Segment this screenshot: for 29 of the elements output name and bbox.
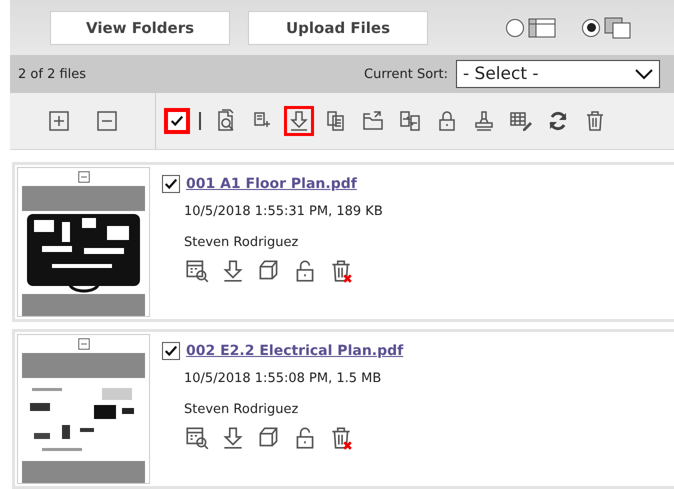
file-owner: Steven Rodriguez — [184, 402, 300, 417]
chevron-icon — [635, 68, 653, 80]
merge-icon — [398, 109, 422, 133]
file-owner: Steven Rodriguez — [184, 235, 300, 250]
collapse-icon[interactable] — [76, 337, 90, 351]
view-button[interactable]: Upload Files — [248, 10, 428, 44]
sort-dropdown[interactable]: - Select - — [456, 60, 660, 88]
checkmark-icon — [170, 114, 184, 128]
folder-arrow-icon — [361, 109, 385, 133]
details-button[interactable] — [184, 258, 210, 284]
radio-button[interactable] — [506, 18, 524, 36]
file-count: 2 of 2 files — [18, 66, 88, 82]
layout-icon — [528, 16, 556, 38]
radio-button[interactable] — [582, 18, 600, 36]
file-checkbox[interactable] — [162, 342, 180, 360]
view-button[interactable]: View Folders — [50, 10, 230, 44]
file-details: 10/5/2018 1:55:31 PM, 189 KB — [184, 204, 383, 219]
select-all-checkbox[interactable] — [164, 108, 190, 134]
sort-label: Current Sort: — [364, 66, 448, 82]
checkmark-icon — [164, 177, 178, 191]
file-link[interactable]: 002 E2.2 Electrical Plan.pdf — [186, 343, 404, 359]
file-link[interactable]: 001 A1 Floor Plan.pdf — [186, 176, 357, 192]
download-button[interactable] — [284, 106, 314, 136]
details-button[interactable] — [184, 425, 210, 451]
file-details: 10/5/2018 1:55:08 PM, 1.5 MB — [184, 371, 382, 386]
collapse-icon[interactable] — [76, 170, 90, 184]
checkmark-icon — [164, 344, 178, 358]
layout-icon — [604, 16, 632, 38]
file-checkbox[interactable] — [162, 175, 180, 193]
